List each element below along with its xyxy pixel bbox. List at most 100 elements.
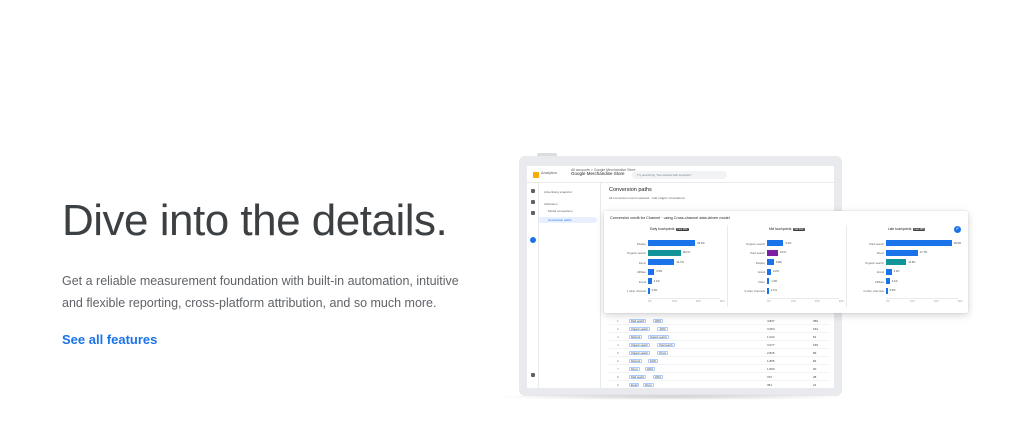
bar-value: 6.1%	[779, 251, 786, 254]
revenue-value: 28	[813, 375, 817, 379]
row-number: 8	[617, 375, 619, 379]
axis-tick-label: 10%	[790, 300, 796, 303]
revenue-value: 152	[813, 327, 819, 331]
conversions-value: 372	[767, 375, 773, 379]
row-number: 3	[617, 335, 619, 339]
bar-label: Display	[755, 260, 765, 265]
column-divider	[846, 225, 847, 307]
reports-icon	[531, 200, 535, 204]
bar-value: 3.1%	[893, 270, 900, 273]
path-chip: Direct	[657, 351, 668, 355]
bar-label: 4 other channels	[744, 289, 765, 293]
bar-value: 3.8%	[775, 260, 782, 264]
home-icon	[531, 189, 535, 193]
table-row: 2 Organic search 100% 3,054 152	[609, 325, 829, 333]
bar-value: 3.5%	[656, 270, 663, 273]
conversions-value: 1,800	[767, 367, 775, 371]
column-title: Early touchpoints First 25%	[650, 227, 689, 231]
bar-value: 2.2%	[772, 270, 779, 273]
nav-rail	[527, 183, 539, 388]
row-number: 5	[617, 351, 619, 355]
card-title: Conversion credit for Channel · using Cr…	[610, 216, 730, 220]
revenue-value: 82	[813, 359, 817, 363]
axis-tick-label: 10%	[909, 300, 915, 303]
table-row: 4 Organic search Paid search 3,077 155	[609, 341, 829, 349]
bar-value: 2.1%	[653, 279, 660, 283]
bar	[767, 287, 769, 294]
axis-tick-label: 30%	[838, 300, 844, 303]
path-chip: Email	[629, 383, 640, 387]
revenue-value: 350	[813, 319, 819, 323]
bar-label: Direct	[876, 251, 884, 255]
bar-label: Video	[757, 279, 765, 284]
table-row: 8 Paid search 100% 372 28	[609, 373, 829, 381]
bar-label: Paid search	[869, 241, 884, 246]
path-chip: Organic search	[629, 351, 650, 355]
bar-label: 2 other channels	[863, 289, 884, 293]
app-name: Analytics	[541, 170, 558, 175]
path-chip: Paid search	[629, 375, 647, 379]
bar-label: Email	[877, 270, 884, 274]
axis-tick-label: 0%	[767, 300, 771, 303]
revenue-value: 89	[813, 351, 817, 355]
bar	[767, 278, 770, 284]
nav-item: Conversion paths	[548, 218, 572, 222]
path-chip: Organic search	[629, 327, 650, 331]
conversions-value: 3,054	[767, 327, 775, 331]
bar-label: Affiliate	[636, 270, 646, 274]
axis-tick-label: 20%	[933, 300, 939, 303]
path-chip: Paid search	[657, 343, 675, 347]
conversions-value: 1,042	[767, 335, 775, 339]
path-chip: 100%	[652, 375, 663, 379]
revenue-value: 155	[813, 343, 819, 347]
bar-label: Email	[639, 279, 646, 284]
path-chip: 100%	[657, 327, 668, 331]
nav-item: Attribution	[544, 202, 558, 206]
bar	[886, 240, 952, 246]
axis-line	[767, 298, 839, 299]
see-all-features-link[interactable]: See all features	[62, 332, 157, 347]
axis-tick-label: 20%	[695, 300, 701, 303]
conversions-value: 3,077	[767, 343, 775, 347]
bar-label: Affiliate	[874, 279, 884, 284]
search-placeholder: Try searching "Get started with Analytic…	[637, 173, 692, 177]
analytics-logo-icon	[533, 172, 539, 178]
bar-label: Direct	[638, 260, 646, 265]
table-row: 6 Referral 100% 1,895 82	[609, 357, 829, 365]
bar	[767, 259, 774, 265]
bar-label: Paid search	[750, 251, 765, 255]
path-chip: Referral	[629, 359, 642, 363]
axis-tick-label: 0%	[648, 300, 652, 303]
bar-label: Email	[758, 270, 765, 274]
bar-value: 26.3%	[697, 241, 705, 245]
revenue-value: 60	[813, 367, 817, 371]
nav-item: Advertising snapshot	[544, 190, 572, 194]
bar-value: 36.6%	[953, 241, 962, 245]
conversions-value: 351	[767, 383, 773, 387]
axis-tick-label: 30%	[719, 300, 725, 303]
bar-label: Organic search	[627, 251, 646, 255]
bar	[648, 278, 652, 284]
column-title: Mid touchpoints Mid 50%	[769, 227, 805, 231]
axis-tick-label: 20%	[814, 300, 820, 303]
bar-value: 2.1%	[891, 279, 898, 283]
axis-line	[648, 298, 720, 299]
path-chip: Organic search	[629, 343, 650, 347]
bar	[648, 287, 650, 294]
path-chip: Referral	[629, 335, 642, 339]
bar-label: 1 other channel	[626, 289, 646, 293]
filter-row: All conversion events selected · Add ins…	[609, 196, 685, 200]
page-title: Conversion paths	[609, 187, 652, 193]
bar-value: 11.3%	[908, 260, 916, 264]
table-row: 9 Email Direct 351 21	[609, 381, 829, 388]
bar-value: 0.9%	[889, 289, 896, 292]
bar	[648, 268, 655, 275]
row-number: 7	[617, 367, 619, 371]
bar	[648, 240, 696, 246]
property-selector: All accounts > Google Merchandise Store …	[571, 168, 636, 176]
column-badge: Last 25%	[913, 228, 926, 231]
bar	[767, 268, 771, 275]
bar	[886, 259, 907, 265]
bar-label: Organic search	[865, 260, 884, 265]
path-chip: 100%	[652, 319, 663, 323]
